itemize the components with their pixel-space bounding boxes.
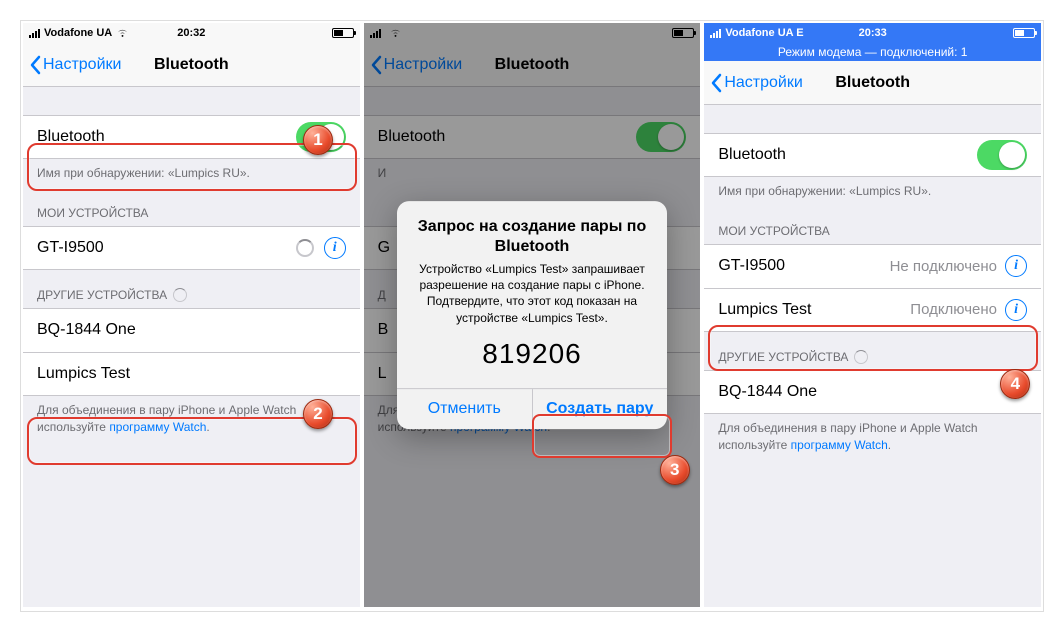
spinner-icon: [296, 239, 314, 257]
status-bar: Vodafone UA 20:32: [23, 23, 360, 43]
watch-app-link[interactable]: программу Watch: [791, 438, 888, 452]
screen-2: Настройки Bluetooth Bluetooth И G Д B L …: [364, 23, 701, 607]
my-device-row-2[interactable]: Lumpics Test Подключено i: [704, 288, 1041, 332]
status-bar: Vodafone UA E 20:33: [704, 23, 1041, 43]
back-button[interactable]: Настройки: [710, 73, 802, 93]
carrier-text: Vodafone UA E: [725, 27, 803, 39]
back-label: Настройки: [43, 56, 121, 74]
tutorial-triptych: Vodafone UA 20:32 Настройки Bluetooth Bl…: [20, 20, 1044, 612]
device-name: GT-I9500: [718, 257, 785, 275]
nav-bar: Настройки Bluetooth: [23, 43, 360, 87]
alert-message: Устройство «Lumpics Test» запрашивает ра…: [411, 261, 653, 326]
chevron-left-icon: [29, 55, 41, 75]
my-devices-header: МОИ УСТРОЙСТВА: [704, 206, 1041, 244]
other-device-row[interactable]: BQ-1844 One: [704, 370, 1041, 414]
watch-app-link[interactable]: программу Watch: [109, 420, 206, 434]
bluetooth-switch[interactable]: [977, 140, 1027, 170]
my-device-row-1[interactable]: GT-I9500 Не подключено i: [704, 244, 1041, 288]
info-button[interactable]: i: [324, 237, 346, 259]
my-device-row[interactable]: GT-I9500 i: [23, 226, 360, 270]
signal-icon: [29, 29, 40, 38]
toggle-label: Bluetooth: [37, 128, 105, 146]
discoverable-text: Имя при обнаружении: «Lumpics RU».: [23, 159, 360, 188]
other-devices-header: ДРУГИЕ УСТРОЙСТВА: [23, 270, 360, 308]
info-button[interactable]: i: [1005, 299, 1027, 321]
hotspot-bar[interactable]: Режим модема — подключений: 1: [704, 43, 1041, 61]
device-name: GT-I9500: [37, 239, 104, 257]
back-button[interactable]: Настройки: [29, 55, 121, 75]
device-name: Lumpics Test: [718, 301, 811, 319]
nav-bar: Настройки Bluetooth: [704, 61, 1041, 105]
pairing-foot: Для объединения в пару iPhone и Apple Wa…: [704, 414, 1041, 460]
battery-icon: [1013, 28, 1035, 38]
spinner-icon: [854, 350, 868, 364]
alert-cancel-button[interactable]: Отменить: [397, 389, 532, 429]
alert-pair-button[interactable]: Создать пару: [532, 389, 668, 429]
other-device-row-1[interactable]: BQ-1844 One: [23, 308, 360, 352]
screen-3: Vodafone UA E 20:33 Режим модема — подкл…: [704, 23, 1041, 607]
discoverable-text: Имя при обнаружении: «Lumpics RU».: [704, 177, 1041, 206]
pairing-alert: Запрос на создание пары по Bluetooth Уст…: [397, 201, 667, 429]
spinner-icon: [173, 288, 187, 302]
status-time: 20:32: [177, 27, 205, 39]
carrier-text: Vodafone UA: [44, 27, 112, 39]
signal-icon: [710, 29, 721, 38]
step-marker-3: 3: [660, 455, 690, 485]
step-marker-1: 1: [303, 125, 333, 155]
alert-code: 819206: [411, 338, 653, 370]
battery-icon: [332, 28, 354, 38]
status-time: 20:33: [859, 27, 887, 39]
device-name: BQ-1844 One: [37, 321, 136, 339]
device-name: Lumpics Test: [37, 365, 130, 383]
device-status: Не подключено: [890, 258, 997, 275]
my-devices-header: МОИ УСТРОЙСТВА: [23, 188, 360, 226]
info-button[interactable]: i: [1005, 255, 1027, 277]
wifi-icon: [116, 28, 129, 38]
other-device-row-2[interactable]: Lumpics Test: [23, 352, 360, 396]
alert-title: Запрос на создание пары по Bluetooth: [411, 217, 653, 257]
other-devices-header: ДРУГИЕ УСТРОЙСТВА: [704, 332, 1041, 370]
screen-1: Vodafone UA 20:32 Настройки Bluetooth Bl…: [23, 23, 360, 607]
chevron-left-icon: [710, 73, 722, 93]
device-name: BQ-1844 One: [718, 383, 817, 401]
step-marker-2: 2: [303, 399, 333, 429]
bluetooth-toggle-row: Bluetooth: [704, 133, 1041, 177]
device-status: Подключено: [910, 301, 997, 318]
